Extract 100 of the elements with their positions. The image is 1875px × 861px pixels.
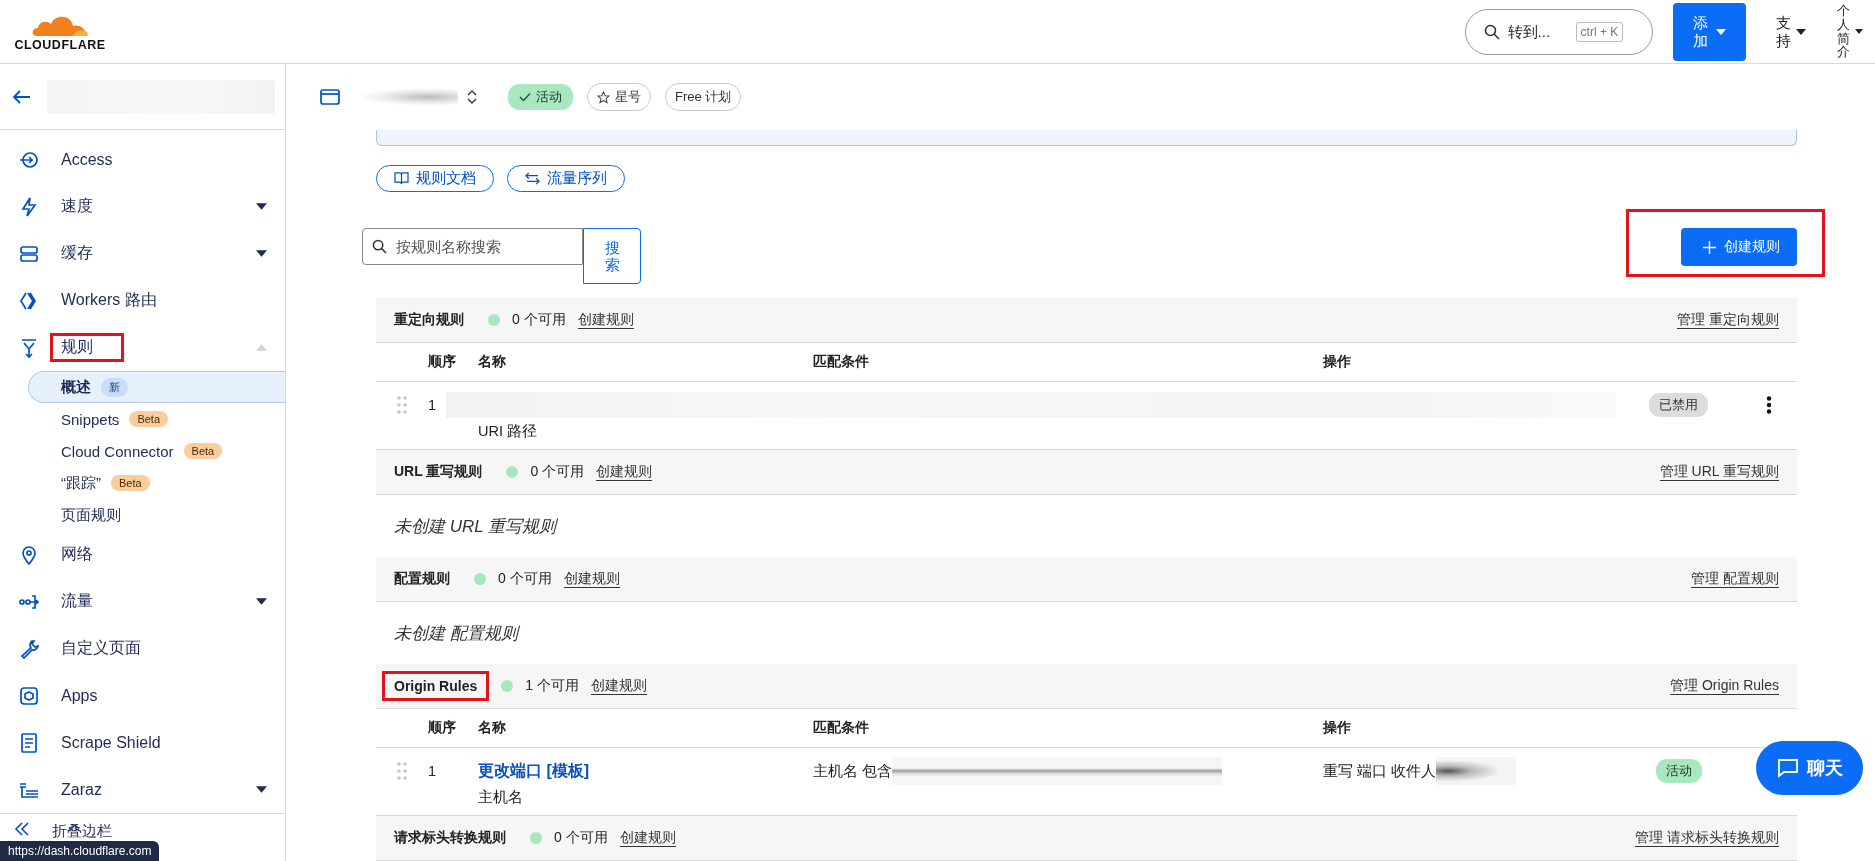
chat-bubble-icon xyxy=(1776,758,1799,778)
drag-handle-icon[interactable] xyxy=(396,762,407,780)
up-down-chevron-icon[interactable] xyxy=(466,89,478,105)
manage-link[interactable]: 管理 重定向规则 xyxy=(1677,311,1779,329)
sidebar-subitem[interactable]: Snippets Beta xyxy=(28,403,285,435)
more-options-icon[interactable] xyxy=(1766,396,1772,414)
add-button[interactable]: 添加 xyxy=(1672,2,1746,61)
sidebar-item[interactable]: 规则 xyxy=(0,324,285,371)
docs-button[interactable]: 规则文档 xyxy=(376,165,494,192)
condition-cell: 主机名 包含 xyxy=(813,761,893,781)
sidebar-label: 自定义页面 xyxy=(61,639,141,656)
create-rule-button[interactable]: 创建规则 xyxy=(1681,228,1797,266)
sidebar-label: 速度 xyxy=(61,197,93,214)
sidebar-subitem[interactable]: 页面规则 xyxy=(28,499,285,531)
expand-caret-icon[interactable] xyxy=(256,786,267,793)
status-pill: 活动 xyxy=(508,84,573,110)
sidebar-label: Cloud Connector xyxy=(61,442,174,460)
sidebar-label: 缓存 xyxy=(61,244,93,261)
profile-menu[interactable]: 个人简介 xyxy=(1836,4,1863,59)
sequence-button[interactable]: 流量序列 xyxy=(507,165,625,192)
sidebar-label: Access xyxy=(61,150,113,168)
rule-subtitle: URI 路径 xyxy=(477,421,538,441)
create-rule-link[interactable]: 创建规则 xyxy=(619,829,676,847)
sidebar-item[interactable]: Workers 路由 xyxy=(0,277,285,324)
available-count: 0 个可用 xyxy=(530,463,585,481)
sidebar-label: “跟踪” xyxy=(61,473,101,493)
sidebar-label: Scrape Shield xyxy=(61,733,161,751)
create-rule-link[interactable]: 创建规则 xyxy=(563,570,620,588)
sidebar-label: 概述 xyxy=(61,377,91,397)
logo-text: CLOUDFLARE xyxy=(14,37,106,52)
sidebar-item[interactable]: 自定义页面 xyxy=(0,625,285,672)
rule-name-link[interactable]: 更改端口 [模板] xyxy=(471,760,806,782)
search-icon xyxy=(372,239,387,254)
column-header: 名称 xyxy=(477,719,507,737)
column-header: 操作 xyxy=(1322,353,1352,371)
section-title: URL 重写规则 xyxy=(394,463,483,479)
star-icon xyxy=(597,90,610,104)
sidebar-item[interactable]: 流量 xyxy=(0,578,285,625)
star-button[interactable]: 星号 xyxy=(587,83,651,111)
available-count: 0 个可用 xyxy=(498,570,552,588)
manage-link[interactable]: 管理 请求标头转换规则 xyxy=(1635,829,1779,847)
beta-badge: Beta xyxy=(183,443,223,459)
support-menu[interactable]: 支持 xyxy=(1775,14,1807,49)
shortcut-hint: ctrl + K xyxy=(1575,21,1624,42)
expand-caret-icon[interactable] xyxy=(256,598,267,605)
manage-link[interactable]: 管理 配置规则 xyxy=(1691,570,1779,588)
sidebar-subitem[interactable]: “跟踪” Beta xyxy=(28,467,285,499)
sidebar-label: Apps xyxy=(61,686,98,704)
sidebar-subitem[interactable]: Cloud Connector Beta xyxy=(28,435,285,467)
link-url-tooltip: https://dash.cloudflare.com xyxy=(0,841,160,861)
column-header: 名称 xyxy=(477,353,507,371)
status-dot xyxy=(488,314,500,326)
back-arrow-icon[interactable] xyxy=(13,89,31,104)
sidebar-item[interactable]: 速度 xyxy=(0,183,285,230)
create-rule-link[interactable]: 创建规则 xyxy=(577,311,634,329)
check-icon xyxy=(519,92,531,102)
sidebar-item[interactable]: Access xyxy=(0,136,285,183)
order-cell-text: 1 xyxy=(427,397,438,413)
new-badge: 新 xyxy=(101,377,128,397)
sidebar-label: Workers 路由 xyxy=(61,291,157,308)
sidebar-subitem[interactable]: 概述 新 xyxy=(28,371,285,403)
manage-link[interactable]: 管理 Origin Rules xyxy=(1670,677,1779,695)
sidebar-item[interactable]: Apps xyxy=(0,672,285,719)
sidebar-item[interactable]: 网络 xyxy=(0,531,285,578)
manage-link[interactable]: 管理 URL 重写规则 xyxy=(1659,463,1779,481)
drag-handle-icon[interactable] xyxy=(396,396,407,414)
sidebar-label: Snippets xyxy=(61,410,120,428)
sidebar-item[interactable]: 缓存 xyxy=(0,230,285,277)
doc-icon xyxy=(18,731,40,754)
status-dot xyxy=(501,680,514,692)
sidebar-item[interactable]: Zaraz xyxy=(0,766,285,813)
sidebar-item[interactable]: Scrape Shield xyxy=(0,719,285,766)
create-rule-link[interactable]: 创建规则 xyxy=(596,463,653,481)
status-badge: 活动 xyxy=(1655,759,1702,783)
expand-caret-icon[interactable] xyxy=(256,250,267,257)
available-count: 0 个可用 xyxy=(554,829,608,847)
empty-message: 未创建 URL 重写规则 xyxy=(393,515,559,538)
sidebar-label: 网络 xyxy=(61,545,93,562)
caret-icon xyxy=(1716,28,1726,35)
empty-message: 未创建 配置规则 xyxy=(393,622,521,645)
search-button[interactable]: 搜索 xyxy=(583,228,641,284)
browser-window-icon xyxy=(320,89,340,105)
apps-icon xyxy=(18,684,40,707)
action-cell: 重写 端口 收件人 xyxy=(1323,761,1437,781)
book-icon xyxy=(394,172,409,185)
expand-caret-icon[interactable] xyxy=(256,203,267,210)
sidebar-label: 流量 xyxy=(61,592,93,609)
column-header: 匹配条件 xyxy=(812,353,870,371)
column-header: 操作 xyxy=(1322,719,1352,737)
search-icon xyxy=(1483,23,1500,40)
create-rule-link[interactable]: 创建规则 xyxy=(590,677,647,695)
beta-badge: Beta xyxy=(111,475,150,491)
rule-search-field[interactable]: 按规则名称搜索 xyxy=(362,228,583,265)
sidebar-label: 规则 xyxy=(61,338,93,355)
section-title: 请求标头转换规则 xyxy=(394,829,506,845)
sidebar-label: Zaraz xyxy=(61,780,102,798)
rule-subtitle: 主机名 xyxy=(477,787,524,807)
chat-button[interactable]: 聊天 xyxy=(1756,741,1863,795)
status-dot xyxy=(474,573,486,585)
status-badge: 已禁用 xyxy=(1649,393,1708,417)
